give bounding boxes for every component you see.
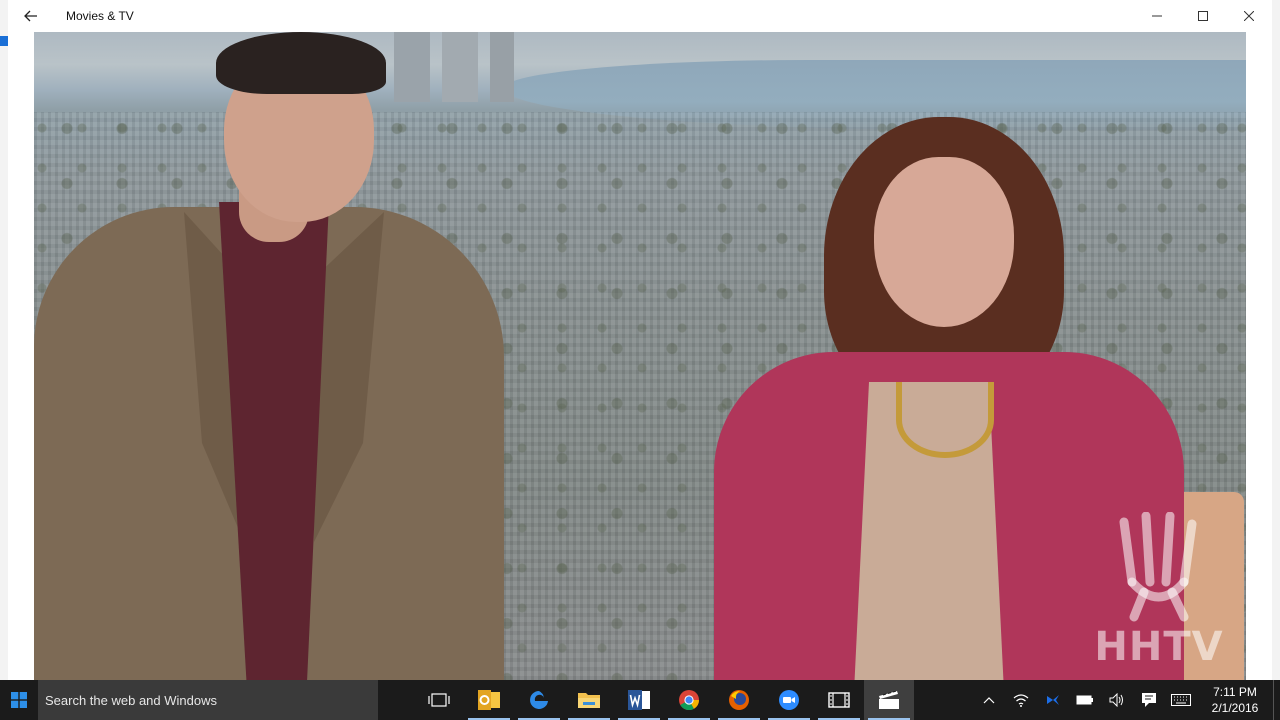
outlook-icon bbox=[478, 690, 500, 710]
show-hidden-icons-button[interactable] bbox=[973, 680, 1005, 720]
window-controls bbox=[1134, 0, 1272, 32]
clock[interactable]: 7:11 PM 2/1/2016 bbox=[1197, 680, 1273, 720]
touch-keyboard-button[interactable] bbox=[1165, 680, 1197, 720]
speaker-icon bbox=[1109, 693, 1123, 707]
file-explorer-button[interactable] bbox=[564, 680, 614, 720]
start-button[interactable] bbox=[0, 680, 38, 720]
maximize-icon bbox=[1198, 11, 1208, 21]
clapperboard-icon bbox=[879, 690, 899, 709]
task-view-icon bbox=[428, 693, 450, 707]
task-view-button[interactable] bbox=[414, 680, 464, 720]
zoom-button[interactable] bbox=[764, 680, 814, 720]
close-button[interactable] bbox=[1226, 0, 1272, 32]
maximize-button[interactable] bbox=[1180, 0, 1226, 32]
minimize-icon bbox=[1152, 15, 1162, 17]
notification-icon bbox=[1142, 693, 1156, 707]
outlook-button[interactable] bbox=[464, 680, 514, 720]
firefox-icon bbox=[729, 690, 749, 710]
word-button[interactable] bbox=[614, 680, 664, 720]
search-placeholder: Search the web and Windows bbox=[45, 692, 217, 708]
zoom-icon bbox=[779, 690, 799, 710]
clock-time: 7:11 PM bbox=[1213, 685, 1257, 699]
video-player[interactable]: HHTV bbox=[8, 32, 1272, 680]
battery-icon bbox=[1076, 695, 1093, 705]
battery-button[interactable] bbox=[1069, 680, 1101, 720]
back-button[interactable] bbox=[8, 0, 54, 32]
bluetooth-button[interactable] bbox=[1037, 680, 1069, 720]
window-title: Movies & TV bbox=[66, 9, 134, 23]
show-desktop-button[interactable] bbox=[1273, 680, 1280, 720]
desktop-edge-right bbox=[1272, 0, 1280, 680]
clock-date: 2/1/2016 bbox=[1211, 701, 1259, 715]
watermark-text: HHTV bbox=[1094, 624, 1224, 670]
bluetooth-icon bbox=[1047, 695, 1059, 705]
man-hair bbox=[216, 32, 386, 94]
desktop-edge-left bbox=[0, 0, 8, 680]
movies-tv-button[interactable] bbox=[864, 680, 914, 720]
keyboard-icon bbox=[1171, 694, 1191, 706]
taskbar-pinned-apps bbox=[414, 680, 914, 720]
edge-button[interactable] bbox=[514, 680, 564, 720]
wifi-icon bbox=[1013, 694, 1029, 707]
volume-button[interactable] bbox=[1101, 680, 1133, 720]
chrome-button[interactable] bbox=[664, 680, 714, 720]
edge-icon bbox=[530, 691, 548, 709]
title-bar: Movies & TV bbox=[8, 0, 1272, 32]
minimize-button[interactable] bbox=[1134, 0, 1180, 32]
woman-head bbox=[874, 157, 1014, 327]
system-tray: 7:11 PM 2/1/2016 bbox=[973, 680, 1280, 720]
back-arrow-icon bbox=[24, 10, 37, 22]
word-icon bbox=[628, 690, 650, 710]
windows-logo-icon bbox=[11, 692, 27, 708]
wifi-button[interactable] bbox=[1005, 680, 1037, 720]
chrome-icon bbox=[679, 690, 700, 711]
action-center-button[interactable] bbox=[1133, 680, 1165, 720]
video-editor-button[interactable] bbox=[814, 680, 864, 720]
firefox-button[interactable] bbox=[714, 680, 764, 720]
taskbar: Search the web and Windows 7:11 PM 2/1/2… bbox=[0, 680, 1280, 720]
hand-logo-icon bbox=[1119, 512, 1197, 622]
film-strip-icon bbox=[828, 692, 850, 708]
close-icon bbox=[1244, 11, 1254, 21]
search-box[interactable]: Search the web and Windows bbox=[38, 680, 378, 720]
channel-watermark: HHTV bbox=[1084, 512, 1234, 680]
necklace bbox=[896, 382, 994, 458]
city-towers bbox=[394, 32, 514, 102]
chevron-up-icon bbox=[983, 697, 995, 704]
folder-icon bbox=[578, 693, 600, 708]
video-frame[interactable]: HHTV bbox=[34, 32, 1246, 680]
